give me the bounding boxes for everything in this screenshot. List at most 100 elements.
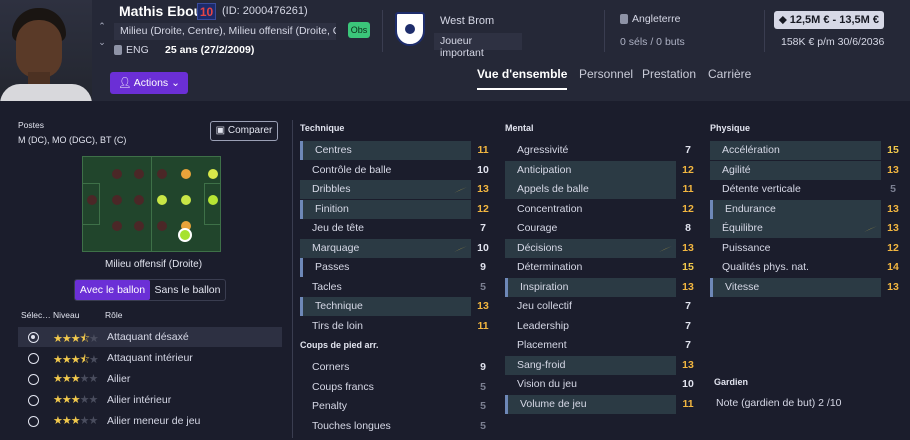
attribute-row[interactable]: Appels de balle 11	[505, 180, 700, 199]
attribute-row[interactable]: Agilité 13	[710, 160, 905, 180]
player-header: ⌃ ⌄ Mathis Eboué 10 (ID: 2000476261) Mili…	[0, 0, 910, 101]
divider	[292, 120, 293, 438]
attribute-value: 14	[881, 258, 905, 277]
compare-button[interactable]: ▣ Comparer	[210, 121, 278, 141]
attribute-row[interactable]: Touches longues 5	[300, 416, 495, 436]
role-row[interactable]: ★★★★★ Ailier meneur de jeu	[18, 411, 282, 431]
player-avatar	[0, 0, 92, 101]
attribute-name: Anticipation	[517, 163, 572, 176]
role-radio[interactable]	[28, 416, 39, 427]
attribute-row[interactable]: Leadership 7	[505, 316, 700, 336]
attribute-row[interactable]: Marquage 10	[300, 238, 495, 258]
attribute-name: Endurance	[725, 202, 776, 215]
intl-country[interactable]: Angleterre	[620, 13, 680, 25]
role-radio[interactable]	[28, 395, 39, 406]
attribute-row[interactable]: Jeu collectif 7	[505, 297, 700, 316]
chevron-down-icon[interactable]: ⌄	[96, 34, 108, 50]
col-role-header: Rôle	[105, 310, 123, 320]
tab-performance[interactable]: Prestation	[642, 67, 696, 81]
attribute-value: 12	[471, 199, 495, 219]
person-icon: 👤︎	[118, 77, 132, 89]
attribute-row[interactable]: Coups francs 5	[300, 377, 495, 397]
attribute-row[interactable]: Jeu de tête 7	[300, 219, 495, 238]
attribute-name: Concentration	[517, 202, 583, 215]
attribute-row[interactable]: Concentration 12	[505, 199, 700, 219]
pos-dot[interactable]	[181, 195, 191, 205]
attribute-row[interactable]: Tirs de loin 11	[300, 316, 495, 336]
attribute-name: Leadership	[517, 319, 569, 332]
attribute-name: Dribbles	[312, 183, 351, 195]
attribute-row[interactable]: Vitesse 13	[710, 277, 905, 297]
attribute-value: 13	[471, 180, 495, 199]
attribute-row[interactable]: Accélération 15	[710, 141, 905, 160]
attribute-row[interactable]: Volume de jeu 11	[505, 394, 700, 414]
attribute-row[interactable]: Endurance 13	[710, 199, 905, 219]
attribute-row[interactable]: Tacles 5	[300, 277, 495, 297]
chevron-down-icon: ⌄	[171, 77, 180, 89]
club-crest-icon[interactable]	[395, 12, 425, 46]
attribute-row[interactable]: Détente verticale 5	[710, 180, 905, 199]
role-radio[interactable]	[28, 374, 39, 385]
pos-dot[interactable]	[157, 221, 167, 231]
attribute-row[interactable]: Inspiration 13	[505, 277, 700, 297]
attribute-row[interactable]: Anticipation 12	[505, 160, 700, 180]
pos-dot[interactable]	[112, 221, 122, 231]
attribute-row[interactable]: Détermination 15	[505, 258, 700, 277]
nationality: ENG	[114, 44, 149, 58]
pos-dot[interactable]	[134, 221, 144, 231]
pos-dot[interactable]	[157, 195, 167, 205]
pos-dot[interactable]	[157, 169, 167, 179]
attribute-row[interactable]: Courage 8	[505, 219, 700, 238]
role-row[interactable]: ★★★★★ Ailier	[18, 369, 282, 389]
attribute-row[interactable]: Équilibre 13	[710, 219, 905, 238]
attribute-row[interactable]: Contrôle de balle 10	[300, 160, 495, 180]
pos-dot[interactable]	[112, 195, 122, 205]
pos-dot[interactable]	[87, 195, 97, 205]
transfer-value[interactable]: ⬥ 12,5M € - 13,5M €	[774, 11, 884, 29]
pos-dot[interactable]	[112, 169, 122, 179]
key-attribute-icon	[454, 244, 467, 252]
obs-badge[interactable]: Obs	[348, 22, 370, 38]
player-nav-arrows[interactable]: ⌃ ⌄	[96, 18, 108, 50]
attribute-row[interactable]: Décisions 13	[505, 238, 700, 258]
attribute-row[interactable]: Penalty 5	[300, 397, 495, 416]
actions-button[interactable]: 👤︎ Actions ⌄	[110, 72, 188, 94]
role-row[interactable]: ★★★⯪★ Attaquant intérieur	[18, 348, 282, 368]
tab-career[interactable]: Carrière	[708, 67, 751, 81]
attribute-value: 13	[881, 160, 905, 180]
attribute-row[interactable]: Technique 13	[300, 297, 495, 316]
role-row[interactable]: ★★★★★ Ailier intérieur	[18, 390, 282, 410]
attribute-row[interactable]: Qualités phys. nat. 14	[710, 258, 905, 277]
position-pitch[interactable]	[82, 156, 221, 252]
pos-dot[interactable]	[181, 169, 191, 179]
chevron-up-icon[interactable]: ⌃	[96, 18, 108, 34]
attribute-row[interactable]: Finition 12	[300, 199, 495, 219]
pos-dot[interactable]	[208, 195, 218, 205]
club-name[interactable]: West Brom	[440, 15, 494, 27]
attribute-row[interactable]: Puissance 12	[710, 238, 905, 258]
tab-personal[interactable]: Personnel	[579, 67, 633, 81]
attribute-row[interactable]: Vision du jeu 10	[505, 375, 700, 394]
tab-overview[interactable]: Vue d'ensemble	[477, 67, 568, 90]
role-row[interactable]: ★★★⯪★ Attaquant désaxé	[18, 327, 282, 347]
attribute-name: Vitesse	[725, 280, 760, 293]
attribute-row[interactable]: Centres 11	[300, 141, 495, 160]
pos-dot[interactable]	[134, 195, 144, 205]
positions-line[interactable]: Milieu (Droite, Centre), Milieu offensif…	[114, 23, 336, 40]
selected-pos-dot[interactable]	[178, 228, 192, 242]
pos-dot[interactable]	[134, 169, 144, 179]
pos-dot[interactable]	[208, 169, 218, 179]
attribute-row[interactable]: Dribbles 13	[300, 180, 495, 199]
attribute-row[interactable]: Agressivité 7	[505, 141, 700, 160]
attribute-row[interactable]: Placement 7	[505, 336, 700, 355]
attribute-row[interactable]: Passes 9	[300, 258, 495, 277]
with-ball-button[interactable]: Avec le ballon	[75, 280, 150, 300]
role-radio[interactable]	[28, 353, 39, 364]
attribute-row[interactable]: Corners 9	[300, 358, 495, 377]
attribute-row[interactable]: Sang-froid 13	[505, 355, 700, 375]
shirt-number: 10	[197, 3, 216, 20]
attribute-value: 5	[881, 180, 905, 199]
without-ball-button[interactable]: Sans le ballon	[150, 280, 225, 300]
role-radio[interactable]	[28, 332, 39, 343]
attribute-value: 9	[471, 358, 495, 377]
